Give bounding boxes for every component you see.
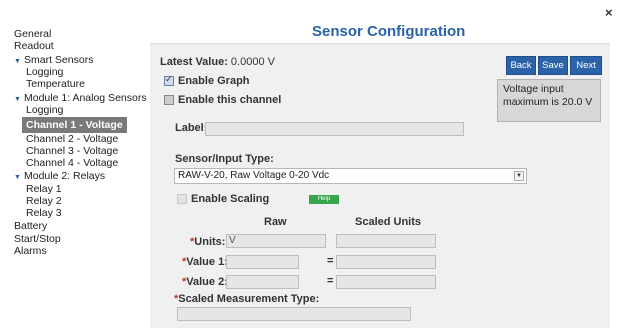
measurement-type-label: *Scaled Measurement Type: (174, 293, 319, 305)
help-button[interactable]: Help (309, 195, 339, 204)
caret-down-icon[interactable]: ▼ (14, 94, 24, 106)
enable-scaling-label: Enable Scaling (191, 193, 270, 205)
label-input[interactable] (205, 122, 464, 136)
units-raw-input[interactable]: V (226, 234, 326, 248)
save-button[interactable]: Save (538, 56, 568, 75)
raw-column-header: Raw (264, 216, 287, 228)
sidebar-item-label: Channel 3 - Voltage (26, 145, 119, 157)
sidebar-item-label: Start/Stop (14, 233, 61, 245)
enable-scaling-checkbox[interactable] (177, 194, 187, 205)
sidebar-item[interactable]: ▼ Module 2: Relays (14, 170, 105, 184)
units-label: *Units: (190, 236, 225, 248)
sidebar-item-label: Logging (26, 104, 64, 116)
enable-graph-checkbox[interactable] (164, 74, 174, 87)
scaled-column-header: Scaled Units (355, 216, 422, 228)
value1-equals: = (327, 255, 334, 267)
units-scaled-input[interactable] (336, 234, 436, 248)
sensor-type-select[interactable]: RAW-V-20, Raw Voltage 0-20 Vdc ▼ (174, 168, 527, 184)
sidebar-item-label: Module 2: Relays (24, 170, 106, 182)
units-label-text: Units: (194, 236, 226, 248)
sidebar-item-label: Channel 4 - Voltage (26, 157, 119, 169)
sidebar-item-label: Channel 2 - Voltage (26, 133, 119, 145)
sidebar-item[interactable]: Relay 2 (26, 195, 62, 207)
latest-value: Latest Value: 0.0000 V (160, 56, 275, 68)
back-button[interactable]: Back (506, 56, 536, 75)
latest-value-label: Latest Value: (160, 56, 228, 68)
sidebar-item[interactable]: Readout (14, 40, 54, 52)
sidebar-item-label: Channel 1 - Voltage (26, 119, 123, 131)
value1-label: *Value 1: (182, 256, 228, 268)
sidebar-item[interactable]: Battery (14, 220, 47, 232)
page-title: Sensor Configuration (312, 23, 466, 40)
latest-value-reading: 0.0000 V (230, 56, 275, 68)
measurement-type-input[interactable] (177, 307, 411, 321)
sidebar-item[interactable]: Logging (26, 104, 63, 116)
sidebar-item-label: Relay 1 (26, 183, 62, 195)
close-icon[interactable]: × (605, 5, 613, 20)
chevron-down-icon[interactable]: ▼ (514, 171, 524, 181)
sensor-type-label: Sensor/Input Type: (175, 153, 274, 165)
sidebar-item[interactable]: Alarms (14, 245, 47, 257)
enable-scaling-row: Enable Scaling (177, 193, 269, 205)
sidebar-item[interactable]: General (14, 28, 51, 40)
caret-down-icon[interactable]: ▼ (14, 172, 24, 184)
value1-label-text: Value 1: (186, 256, 228, 268)
enable-graph-label: Enable Graph (178, 75, 250, 87)
sidebar-item-label: General (14, 28, 52, 40)
sidebar-item[interactable]: Relay 3 (26, 207, 62, 219)
value2-equals: = (327, 275, 334, 287)
sidebar-item[interactable]: Channel 4 - Voltage (26, 157, 118, 169)
value2-label-text: Value 2: (186, 276, 228, 288)
sidebar-item-label: Alarms (14, 245, 47, 257)
sidebar-item-label: Module 1: Analog Sensors (24, 92, 147, 104)
sidebar-item-label: Temperature (26, 78, 85, 90)
sidebar-item[interactable]: Channel 3 - Voltage (26, 145, 118, 157)
value2-label: *Value 2: (182, 276, 228, 288)
enable-channel-checkbox[interactable] (164, 95, 174, 106)
sidebar-item[interactable]: Start/Stop (14, 233, 61, 245)
caret-down-icon[interactable]: ▼ (14, 56, 24, 68)
measurement-type-label-text: Scaled Measurement Type: (178, 293, 320, 305)
sidebar-item-label: Logging (26, 66, 64, 78)
sidebar-item[interactable]: Logging (26, 66, 63, 78)
sidebar-item[interactable]: Channel 1 - Voltage (22, 117, 127, 133)
enable-graph-row: Enable Graph (164, 74, 250, 87)
enable-channel-label: Enable this channel (178, 94, 282, 106)
sidebar-item-label: Smart Sensors (24, 54, 94, 66)
value1-scaled-input[interactable] (336, 255, 436, 269)
label-field-label: Label: (175, 122, 208, 134)
next-button[interactable]: Next (570, 56, 602, 75)
sensor-type-value: RAW-V-20, Raw Voltage 0-20 Vdc (178, 170, 330, 181)
value2-scaled-input[interactable] (336, 275, 436, 289)
sidebar-item[interactable]: Channel 2 - Voltage (26, 133, 118, 145)
sidebar-item[interactable]: Temperature (26, 78, 85, 90)
sidebar-item[interactable]: Relay 1 (26, 183, 62, 195)
sidebar-item-label: Relay 3 (26, 207, 62, 219)
sidebar-item-label: Relay 2 (26, 195, 62, 207)
sidebar-item-label: Readout (14, 40, 54, 52)
voltage-info-box: Voltage input maximum is 20.0 V (497, 79, 601, 122)
enable-channel-row: Enable this channel (164, 94, 281, 106)
value1-raw-input[interactable] (226, 255, 299, 269)
value2-raw-input[interactable] (226, 275, 299, 289)
sidebar-item-label: Battery (14, 220, 48, 232)
